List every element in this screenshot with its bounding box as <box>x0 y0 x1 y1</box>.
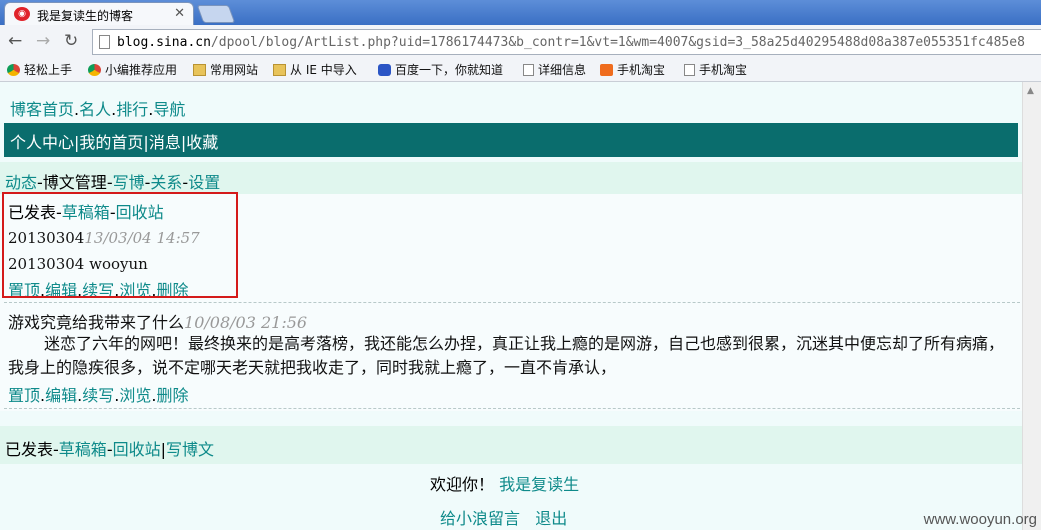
pin-link[interactable]: 置顶 <box>8 386 40 405</box>
page-icon <box>99 35 110 49</box>
nav-blog-home[interactable]: 博客首页 <box>10 100 74 119</box>
bookmark-folder[interactable]: 从 IE 中导入 <box>273 61 357 79</box>
highlight-box <box>2 192 238 298</box>
tab-title: 我是复读生的博客 <box>37 9 134 23</box>
section-nav-band: 动态-博文管理-写博-关系-设置 <box>0 162 1022 194</box>
post2-time: 10/08/03 21:56 <box>184 313 308 332</box>
new-tab-button[interactable] <box>196 5 236 23</box>
tab-strip: ◉ 我是复读生的博客 ✕ <box>0 0 1041 25</box>
view-link[interactable]: 浏览 <box>119 386 151 405</box>
top-nav: 博客首页.名人.排行.导航 <box>10 100 186 119</box>
bookmarks-bar: 轻松上手 小编推荐应用 常用网站 从 IE 中导入 百度一下，你就知道 详细信息… <box>0 59 1041 82</box>
sina-weibo-icon: ◉ <box>14 7 30 21</box>
post2-actions: 置顶.编辑.续写.浏览.删除 <box>8 386 189 405</box>
nav-write-blog[interactable]: 写博 <box>113 173 145 192</box>
chrome-icon <box>7 64 20 76</box>
nav-settings[interactable]: 设置 <box>188 173 220 192</box>
username-link[interactable]: 我是复读生 <box>499 475 579 494</box>
nav-my-home[interactable]: 我的首页 <box>79 133 143 152</box>
continue-link[interactable]: 续写 <box>82 386 114 405</box>
bookmark-item[interactable]: 手机淘宝 <box>600 61 665 79</box>
page-icon <box>684 64 695 76</box>
page-icon <box>523 64 534 76</box>
welcome-text: 欢迎你！ <box>430 475 495 494</box>
nav-relations[interactable]: 关系 <box>150 173 182 192</box>
folder-icon <box>193 64 206 76</box>
edit-link[interactable]: 编辑 <box>45 386 77 405</box>
tab-published-current: 已发表 <box>5 440 54 459</box>
tab-drafts[interactable]: 草稿箱 <box>59 440 107 459</box>
bottom-post-tabs: 已发表-草稿箱-回收站|写博文 <box>5 440 215 459</box>
bookmark-item[interactable]: 小编推荐应用 <box>88 61 177 79</box>
folder-icon <box>273 64 286 76</box>
nav-personal-center[interactable]: 个人中心 <box>10 133 74 152</box>
nav-post-manage-current: 博文管理 <box>42 173 107 192</box>
bookmark-folder[interactable]: 常用网站 <box>193 61 258 79</box>
address-bar[interactable]: blog.sina.cn/dpool/blog/ArtList.php?uid=… <box>92 29 1041 55</box>
back-arrow-icon[interactable]: ← <box>8 31 22 51</box>
delete-link[interactable]: 删除 <box>156 386 188 405</box>
write-post-link[interactable]: 写博文 <box>166 440 214 459</box>
bottom-tabs-band: 已发表-草稿箱-回收站|写博文 <box>0 426 1022 464</box>
nav-celebrity[interactable]: 名人 <box>79 100 111 119</box>
nav-favorites[interactable]: 收藏 <box>186 133 218 152</box>
tab-recycle-bin[interactable]: 回收站 <box>113 440 161 459</box>
post-divider <box>4 408 1020 409</box>
bookmark-item[interactable]: 手机淘宝 <box>684 61 747 79</box>
forward-arrow-icon[interactable]: → <box>36 31 50 51</box>
nav-ranking[interactable]: 排行 <box>116 100 148 119</box>
post2-title[interactable]: 游戏究竟给我带来了什么 <box>8 313 184 332</box>
taobao-icon <box>600 64 613 76</box>
user-nav-bar: 个人中心|我的首页|消息|收藏 <box>4 123 1018 157</box>
bookmark-item[interactable]: 轻松上手 <box>7 61 72 79</box>
post2-title-line: 游戏究竟给我带来了什么10/08/03 21:56 <box>8 309 307 333</box>
bookmark-item[interactable]: 百度一下，你就知道 <box>378 61 503 79</box>
chrome-icon <box>88 64 101 76</box>
close-icon[interactable]: ✕ <box>174 6 185 21</box>
post-divider <box>4 302 1020 303</box>
logout-link[interactable]: 退出 <box>535 509 567 528</box>
baidu-paw-icon <box>378 64 391 76</box>
nav-messages[interactable]: 消息 <box>149 133 181 152</box>
post2-summary: 迷恋了六年的网吧！最终换来的是高考落榜，我还能怎么办捏，真正让我上瘾的是网游，自… <box>8 334 1005 377</box>
page-content: 博客首页.名人.排行.导航 个人中心|我的首页|消息|收藏 动态-博文管理-写博… <box>0 82 1022 530</box>
watermark: www.wooyun.org <box>923 511 1037 528</box>
nav-guide[interactable]: 导航 <box>153 100 185 119</box>
section-nav: 动态-博文管理-写博-关系-设置 <box>5 173 221 192</box>
browser-toolbar: ← → ↻ blog.sina.cn/dpool/blog/ArtList.ph… <box>0 25 1041 60</box>
scroll-up-icon[interactable]: ▲ <box>1027 86 1034 96</box>
url-text: blog.sina.cn/dpool/blog/ArtList.php?uid=… <box>117 35 1025 50</box>
reload-icon[interactable]: ↻ <box>64 31 78 51</box>
nav-feed[interactable]: 动态 <box>5 173 37 192</box>
bookmark-item[interactable]: 详细信息 <box>523 61 586 79</box>
footer-links: 给小浪留言 退出 <box>440 505 567 529</box>
browser-tab[interactable]: ◉ 我是复读生的博客 ✕ <box>4 2 194 25</box>
vertical-scrollbar[interactable]: ▲ <box>1022 82 1041 530</box>
welcome-line: 欢迎你！ 我是复读生 <box>430 471 579 495</box>
leave-message-link[interactable]: 给小浪留言 <box>440 509 520 528</box>
